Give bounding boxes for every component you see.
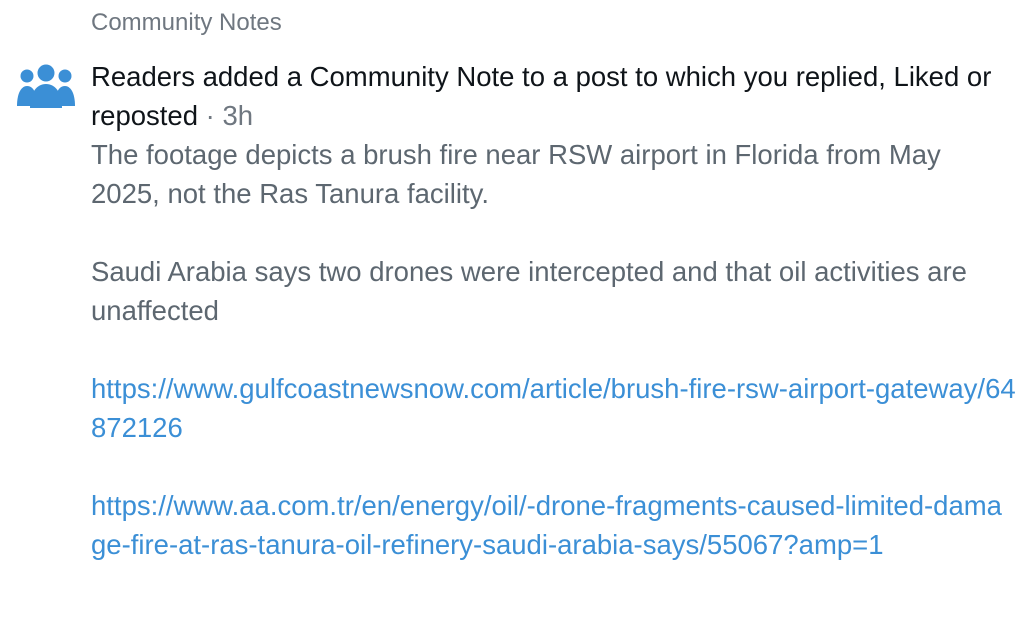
note-body: The footage depicts a brush fire near RS… bbox=[91, 135, 1016, 564]
separator: · bbox=[198, 100, 223, 131]
timestamp: 3h bbox=[222, 100, 254, 131]
source-link-aa[interactable]: https://www.aa.com.tr/en/energy/oil/-dro… bbox=[91, 486, 1016, 564]
notification-headline[interactable]: Readers added a Community Note to a post… bbox=[91, 57, 1016, 135]
notification-content[interactable]: Readers added a Community Note to a post… bbox=[91, 57, 1016, 564]
source-link-gulfcoast[interactable]: https://www.gulfcoastnewsnow.com/article… bbox=[91, 369, 1016, 447]
note-paragraph: Saudi Arabia says two drones were interc… bbox=[91, 256, 967, 326]
note-paragraph: The footage depicts a brush fire near RS… bbox=[91, 139, 941, 209]
people-group-icon bbox=[16, 62, 76, 112]
section-label: Community Notes bbox=[91, 9, 282, 36]
